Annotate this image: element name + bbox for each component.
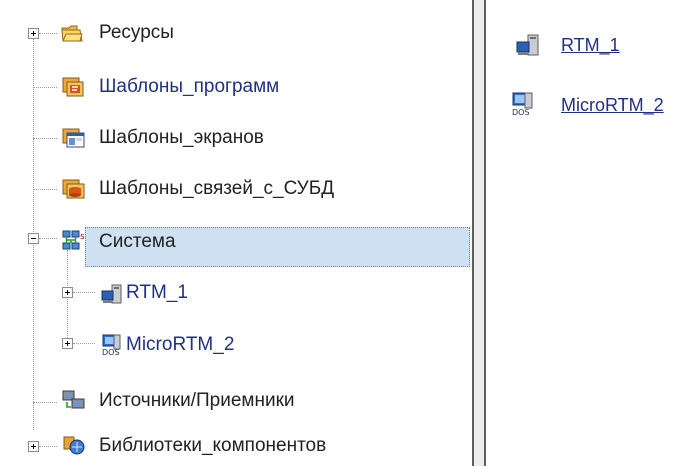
tree-connector <box>73 292 95 293</box>
content-panel: RTM_1 DOS MicroRTM_2 <box>486 0 689 466</box>
tree-connector <box>39 33 57 34</box>
rtm-computer-icon <box>516 34 539 56</box>
dos-computer-icon: DOS <box>102 334 121 356</box>
tree-connector <box>67 250 68 346</box>
tree-connector <box>33 138 57 139</box>
list-item-label: RTM_1 <box>561 35 620 55</box>
tree-item-label: Источники/Приемники <box>99 390 295 411</box>
tree-panel[interactable]: Ресурсы Шаблоны_программ Шаблоны_экранов <box>0 0 470 466</box>
tree-item-label: Библиотеки_компонентов <box>99 435 327 456</box>
tree-item-label: Шаблоны_экранов <box>99 127 264 148</box>
folder-icon <box>61 25 83 42</box>
splitter-edge <box>472 0 474 466</box>
tree-connector <box>39 238 57 239</box>
expand-toggle-component-libraries[interactable] <box>28 441 39 452</box>
svg-text:s: s <box>80 232 85 242</box>
tree-connector <box>33 189 57 190</box>
expand-toggle-resources[interactable] <box>28 28 39 39</box>
dbms-templates-icon <box>62 179 85 199</box>
tree-connector <box>33 87 57 88</box>
svg-text:DOS: DOS <box>102 348 120 356</box>
tree-item-label: Шаблоны_программ <box>99 76 280 97</box>
tree-item-label: MicroRTM_2 <box>126 334 235 355</box>
rtm-computer-icon <box>101 284 122 304</box>
tree-item-label: Ресурсы <box>99 22 174 43</box>
collapse-toggle-system[interactable] <box>28 233 39 244</box>
system-network-icon: s <box>62 230 85 250</box>
dos-computer-icon: DOS <box>512 92 533 116</box>
expand-toggle-rtm1[interactable] <box>62 287 73 298</box>
sources-receivers-icon <box>62 390 85 409</box>
tree-item-label: Система <box>99 231 176 252</box>
tree-connector <box>73 343 95 344</box>
tree-item-label: RTM_1 <box>126 282 188 303</box>
tree-item-label: Шаблоны_связей_с_СУБД <box>99 178 335 199</box>
expand-toggle-micrortm2[interactable] <box>62 338 73 349</box>
program-templates-icon <box>62 77 84 97</box>
svg-text:DOS: DOS <box>512 108 530 116</box>
tree-connector <box>39 446 57 447</box>
screen-templates-icon <box>62 128 85 148</box>
list-item-label: MicroRTM_2 <box>561 95 664 115</box>
component-library-icon <box>63 436 85 455</box>
tree-connector <box>33 402 57 403</box>
